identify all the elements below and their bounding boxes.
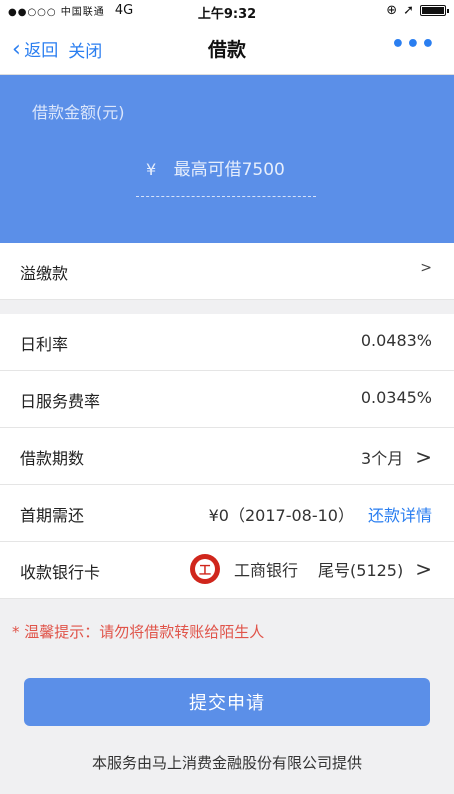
bank-card-row[interactable]: 收款银行卡 工 工商银行 尾号(5125) >: [0, 542, 454, 599]
bank-card-label: 收款银行卡: [20, 563, 101, 582]
location-arrow-icon: ➚: [403, 3, 414, 18]
currency-symbol: ¥: [146, 160, 157, 179]
icbc-logo-mark: 工: [195, 559, 215, 579]
daily-rate-label: 日利率: [20, 335, 69, 354]
overpayment-value: >: [420, 260, 432, 276]
nav-bar: ‹ 返回 关闭 借款 •••: [0, 22, 454, 75]
first-payment-value-group: ¥0（2017-08-10） 还款详情: [209, 502, 432, 526]
chevron-right-icon: >: [415, 557, 432, 581]
chevron-right-icon: >: [415, 445, 432, 469]
repayment-details-link[interactable]: 还款详情: [368, 502, 432, 526]
amount-label: 借款金额(元): [32, 103, 125, 122]
battery-icon: [420, 5, 449, 16]
orientation-lock-icon: ⊕: [386, 3, 398, 18]
first-payment-value: ¥0（2017-08-10）: [208, 506, 354, 525]
amount-input[interactable]: [171, 159, 306, 181]
amount-underline: [136, 196, 316, 197]
loan-term-label: 借款期数: [20, 449, 85, 468]
more-menu-icon[interactable]: •••: [391, 32, 436, 57]
icbc-logo-icon: 工: [190, 554, 220, 584]
section-gap: [0, 300, 454, 314]
page-title: 借款: [207, 39, 246, 61]
card-tail: 尾号(5125): [318, 561, 404, 580]
first-payment-label: 首期需还: [20, 506, 85, 525]
status-right: ⊕ ➚: [386, 3, 449, 18]
service-rate-value: 0.0345%: [360, 388, 432, 407]
first-payment-row: 首期需还 ¥0（2017-08-10） 还款详情: [0, 485, 454, 542]
bank-card-value-group: 工 工商银行 尾号(5125) >: [190, 554, 432, 584]
loan-amount-panel: 借款金额(元) ¥: [0, 75, 454, 243]
daily-rate-row: 日利率 0.0483%: [0, 314, 454, 371]
overpayment-row[interactable]: 溢缴款 >: [0, 243, 454, 300]
overpayment-label: 溢缴款: [20, 264, 69, 283]
service-rate-row: 日服务费率 0.0345%: [0, 371, 454, 428]
loan-term-value-group: 3个月 >: [361, 445, 432, 469]
loan-term-value: 3个月: [361, 449, 404, 468]
daily-rate-value: 0.0483%: [360, 331, 432, 350]
service-rate-label: 日服务费率: [20, 392, 101, 411]
bank-name: 工商银行: [234, 561, 299, 580]
amount-input-row: ¥: [136, 159, 316, 181]
chevron-right-icon: >: [420, 260, 432, 276]
footer-provider-text: 本服务由马上消费金融股份有限公司提供: [91, 754, 362, 772]
submit-button[interactable]: 提交申请: [24, 678, 430, 726]
loan-term-row[interactable]: 借款期数 3个月 >: [0, 428, 454, 485]
status-bar: ●●○○○ 中国联通 4G 上午9:32 ⊕ ➚: [0, 0, 454, 22]
warning-tip: * 温馨提示：请勿将借款转账给陌生人: [12, 623, 265, 641]
